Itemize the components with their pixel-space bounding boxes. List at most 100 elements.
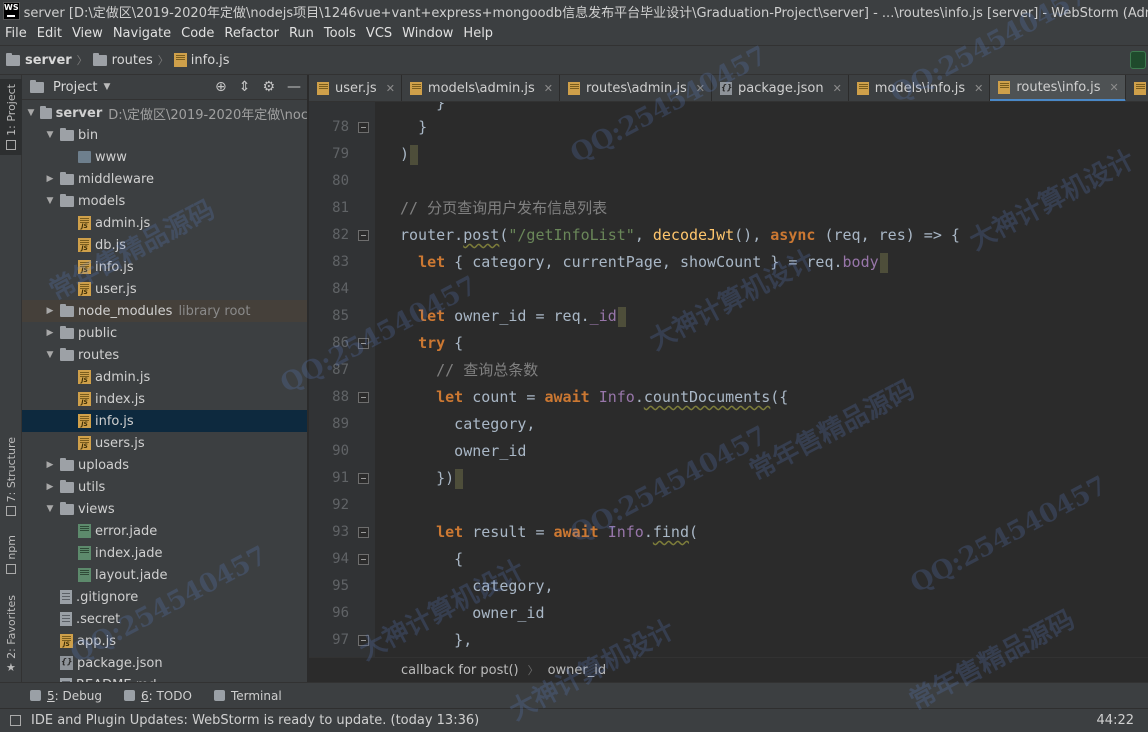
code-line[interactable]: category, bbox=[400, 573, 553, 600]
tree-item[interactable]: JS db.js bbox=[22, 234, 307, 256]
hide-icon[interactable]: — bbox=[287, 79, 301, 95]
code-line[interactable]: try { bbox=[400, 330, 463, 357]
code-line[interactable]: // 查询总条数 bbox=[400, 357, 538, 384]
fold-marker-icon[interactable] bbox=[358, 392, 369, 403]
tree-item[interactable]: ▶ node_modules library root bbox=[22, 300, 307, 322]
nav-crumb-folder[interactable]: routes bbox=[92, 52, 153, 68]
code-line[interactable]: let count = await Info.countDocuments({ bbox=[400, 384, 788, 411]
tree-item[interactable]: ▼ models bbox=[22, 190, 307, 212]
tool-button-todo[interactable]: 6: TODO bbox=[123, 689, 192, 703]
code-line[interactable]: } bbox=[400, 114, 427, 141]
editor-tab[interactable]: routes\admin.js ✕ bbox=[560, 75, 712, 101]
fold-marker-icon[interactable] bbox=[358, 122, 369, 133]
cursor-position[interactable]: 44:22 bbox=[1097, 713, 1134, 728]
code-line[interactable]: owner_id bbox=[400, 600, 544, 627]
tree-item[interactable]: ▶ public bbox=[22, 322, 307, 344]
tree-item[interactable]: index.jade bbox=[22, 542, 307, 564]
close-icon[interactable]: ✕ bbox=[1110, 81, 1119, 94]
code-line[interactable]: let result = await Info.find( bbox=[400, 519, 698, 546]
code-line[interactable]: owner_id bbox=[400, 438, 526, 465]
code-crumb-callback[interactable]: callback for post() bbox=[401, 663, 519, 678]
tree-item[interactable]: ▼ views bbox=[22, 498, 307, 520]
fold-marker-icon[interactable] bbox=[358, 230, 369, 241]
nav-crumb-root[interactable]: server bbox=[6, 52, 72, 68]
tree-item[interactable]: JS admin.js bbox=[22, 212, 307, 234]
menu-run[interactable]: Run bbox=[284, 22, 319, 45]
menu-tools[interactable]: Tools bbox=[319, 22, 361, 45]
locate-icon[interactable]: ⊕ bbox=[215, 79, 227, 95]
chevron-down-icon[interactable]: ▼ bbox=[103, 82, 110, 92]
tree-item[interactable]: .gitignore bbox=[22, 586, 307, 608]
expand-arrow-right-icon[interactable]: ▶ bbox=[44, 460, 56, 470]
tree-item[interactable]: JS info.js bbox=[22, 410, 307, 432]
expand-arrow-down-icon[interactable]: ▼ bbox=[44, 196, 56, 206]
tree-item[interactable]: ▼ server D:\定做区\2019-2020年定做\noc bbox=[22, 102, 307, 124]
editor-tab[interactable]: models\info.js ✕ bbox=[849, 75, 991, 101]
tree-item[interactable]: .secret bbox=[22, 608, 307, 630]
tree-item[interactable]: JS admin.js bbox=[22, 366, 307, 388]
fold-marker-icon[interactable] bbox=[358, 338, 369, 349]
code-crumb-owner-id[interactable]: owner_id bbox=[548, 663, 607, 678]
menu-vcs[interactable]: VCS bbox=[361, 22, 397, 45]
fold-marker-icon[interactable] bbox=[358, 527, 369, 538]
tree-item[interactable]: layout.jade bbox=[22, 564, 307, 586]
code-line[interactable]: }) bbox=[400, 465, 464, 492]
close-icon[interactable]: ✕ bbox=[544, 82, 553, 95]
tree-item[interactable]: www bbox=[22, 146, 307, 168]
menu-file[interactable]: File bbox=[0, 22, 32, 45]
tree-item[interactable]: ▼ routes bbox=[22, 344, 307, 366]
close-icon[interactable]: ✕ bbox=[696, 82, 705, 95]
tool-windows-icon[interactable] bbox=[10, 715, 21, 726]
expand-arrow-down-icon[interactable]: ▼ bbox=[44, 350, 56, 360]
tree-item[interactable]: JS user.js bbox=[22, 278, 307, 300]
editor-tab[interactable]: package.json ✕ bbox=[712, 75, 849, 101]
tool-button-terminal[interactable]: Terminal bbox=[213, 689, 282, 703]
tree-item[interactable]: package.json bbox=[22, 652, 307, 674]
fold-marker-icon[interactable] bbox=[358, 635, 369, 646]
tree-item[interactable]: README.md bbox=[22, 674, 307, 682]
tree-item[interactable]: JS info.js bbox=[22, 256, 307, 278]
tool-button-debug[interactable]: 5: Debug bbox=[30, 689, 102, 703]
expand-arrow-right-icon[interactable]: ▶ bbox=[44, 174, 56, 184]
code-line[interactable]: }, bbox=[400, 627, 472, 654]
fold-marker-icon[interactable] bbox=[358, 554, 369, 565]
close-icon[interactable]: ✕ bbox=[386, 82, 395, 95]
code-line[interactable]: let owner_id = req._id bbox=[400, 303, 626, 330]
editor-tab[interactable]: user.js ✕ bbox=[309, 75, 402, 101]
tree-item[interactable]: ▶ uploads bbox=[22, 454, 307, 476]
menu-code[interactable]: Code bbox=[176, 22, 219, 45]
tree-item[interactable]: JS app.js bbox=[22, 630, 307, 652]
tool-tab-favorites[interactable]: 2: Favorites ★ bbox=[0, 595, 22, 673]
expand-arrow-right-icon[interactable]: ▶ bbox=[44, 482, 56, 492]
tree-item[interactable]: error.jade bbox=[22, 520, 307, 542]
tool-tab-npm[interactable]: npm bbox=[0, 535, 22, 574]
project-view-selector[interactable]: Project bbox=[53, 80, 97, 95]
nav-crumb-file[interactable]: info.js bbox=[173, 53, 229, 68]
gear-icon[interactable]: ⚙ bbox=[262, 79, 275, 95]
menu-edit[interactable]: Edit bbox=[32, 22, 67, 45]
code-line[interactable]: let { category, currentPage, showCount }… bbox=[400, 249, 888, 276]
run-config-button[interactable] bbox=[1130, 51, 1146, 69]
expand-arrow-right-icon[interactable]: ▶ bbox=[44, 328, 56, 338]
collapse-all-icon[interactable]: ⇕ bbox=[239, 79, 251, 95]
tool-tab-structure[interactable]: 7: Structure bbox=[0, 437, 22, 517]
status-message[interactable]: IDE and Plugin Updates: WebStorm is read… bbox=[31, 713, 479, 728]
code-line[interactable]: // 分页查询用户发布信息列表 bbox=[400, 195, 607, 222]
expand-arrow-down-icon[interactable]: ▼ bbox=[44, 504, 56, 514]
close-icon[interactable]: ✕ bbox=[974, 82, 983, 95]
menu-navigate[interactable]: Navigate bbox=[108, 22, 176, 45]
fold-marker-icon[interactable] bbox=[358, 473, 369, 484]
menu-help[interactable]: Help bbox=[458, 22, 498, 45]
expand-arrow-right-icon[interactable]: ▶ bbox=[44, 306, 56, 316]
menu-window[interactable]: Window bbox=[397, 22, 458, 45]
expand-arrow-down-icon[interactable]: ▼ bbox=[26, 108, 36, 118]
editor-tab[interactable]: models\admin.js ✕ bbox=[402, 75, 561, 101]
tool-tab-project[interactable]: 1: Project bbox=[0, 79, 22, 155]
code-line[interactable]: ) bbox=[400, 141, 419, 168]
code-line[interactable]: } bbox=[400, 102, 445, 117]
expand-arrow-down-icon[interactable]: ▼ bbox=[44, 130, 56, 140]
menu-view[interactable]: View bbox=[67, 22, 108, 45]
tree-item[interactable]: JS users.js bbox=[22, 432, 307, 454]
editor-tab[interactable]: db.js bbox=[1126, 75, 1148, 101]
code-line[interactable]: category, bbox=[400, 411, 535, 438]
